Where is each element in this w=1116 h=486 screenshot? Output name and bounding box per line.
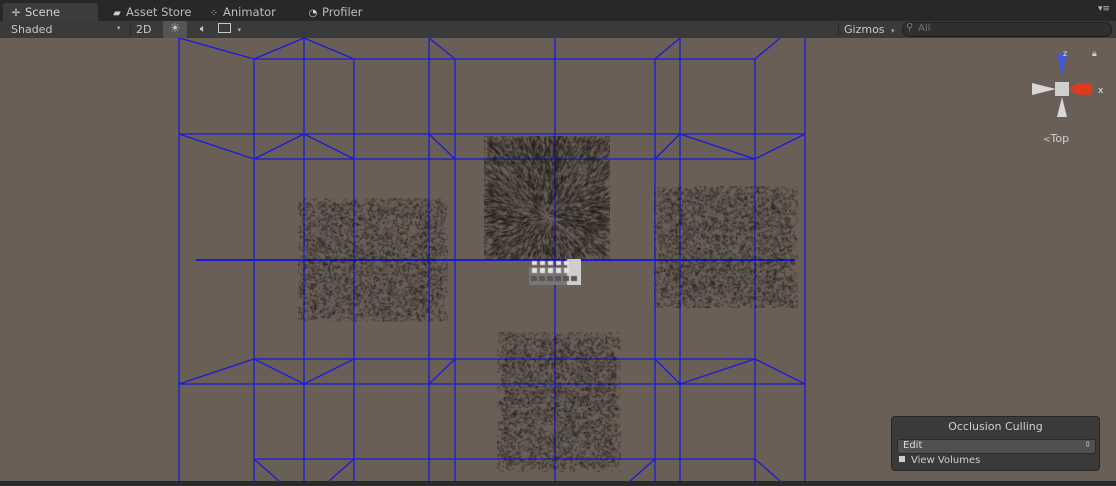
svg-text:🔒︎: 🔒︎ bbox=[1092, 49, 1097, 59]
occlusion-panel-title: Occlusion Culling bbox=[948, 420, 1043, 433]
gizmos-label: Gizmos bbox=[844, 23, 885, 36]
audio-icon: 🔈︎ bbox=[199, 22, 207, 35]
view-volumes-label: View Volumes bbox=[911, 455, 981, 466]
image-effects-icon bbox=[218, 23, 231, 33]
draw-mode-dropdown[interactable]: Shaded ▾ bbox=[11, 21, 126, 38]
particle-cube-right bbox=[654, 186, 798, 308]
tab-scene[interactable]: ✛ Scene bbox=[3, 3, 98, 21]
center-mesh-object[interactable] bbox=[529, 259, 581, 285]
mode-2d-label: 2D bbox=[136, 23, 152, 36]
tab-animator[interactable]: ⁘ Animator bbox=[201, 3, 296, 21]
tab-bar: ✛ Scene ▰ Asset Store ⁘ Animator ◔ Profiler … bbox=[0, 0, 1116, 21]
updown-arrows-icon: ⇳ bbox=[1084, 440, 1091, 449]
animator-icon: ⁘ bbox=[209, 8, 219, 19]
view-volumes-toggle[interactable]: View Volumes bbox=[899, 455, 980, 466]
gizmos-dropdown[interactable]: Gizmos ▾ bbox=[844, 21, 896, 38]
svg-text:z: z bbox=[1063, 49, 1067, 58]
window-bottom-edge bbox=[0, 481, 1116, 486]
tab-profiler-label: Profiler bbox=[322, 5, 363, 19]
draw-mode-value: Shaded bbox=[11, 23, 53, 36]
toolbar-divider bbox=[838, 23, 839, 36]
tab-animator-label: Animator bbox=[223, 5, 276, 19]
tab-profiler[interactable]: ◔ Profiler bbox=[300, 3, 395, 21]
lighting-toggle[interactable]: ☀ bbox=[163, 21, 187, 38]
occlusion-mode-dropdown[interactable]: Edit ⇳ bbox=[897, 439, 1096, 454]
view-label-top[interactable]: <Top bbox=[1043, 132, 1069, 145]
effects-dropdown[interactable]: ▾ bbox=[218, 21, 248, 38]
persp-toggle-icon: < bbox=[1043, 135, 1051, 145]
profiler-icon: ◔ bbox=[308, 8, 318, 19]
tab-menu-icon[interactable]: ▾≡ bbox=[1098, 4, 1110, 14]
asset-store-icon: ▰ bbox=[113, 8, 121, 19]
occlusion-mode-value: Edit bbox=[903, 440, 923, 451]
tab-scene-label: Scene bbox=[25, 5, 61, 19]
view-label-text: Top bbox=[1050, 132, 1070, 145]
hierarchy-search-input[interactable]: ⚲ All bbox=[902, 22, 1112, 37]
search-placeholder: All bbox=[918, 23, 931, 34]
audio-toggle[interactable]: 🔈︎ bbox=[192, 21, 214, 38]
scene-orientation-gizmo: x z 🔒︎ bbox=[1032, 49, 1104, 117]
particle-cube-top bbox=[484, 136, 610, 260]
mode-2d-button[interactable]: 2D bbox=[136, 21, 158, 38]
search-icon: ⚲ bbox=[906, 22, 914, 33]
chevron-down-icon: ▾ bbox=[237, 26, 242, 34]
chevron-down-icon: ▾ bbox=[891, 27, 895, 35]
particle-cube-left bbox=[298, 198, 448, 322]
toolbar-divider bbox=[130, 23, 131, 36]
chevron-down-icon: ▾ bbox=[117, 24, 121, 32]
scene-viewport[interactable]: x z 🔒︎ <Top bbox=[0, 38, 1116, 481]
scene-crosshair-icon: ✛ bbox=[11, 8, 21, 19]
tab-asset-store-label: Asset Store bbox=[126, 5, 192, 19]
svg-text:x: x bbox=[1098, 86, 1104, 96]
particle-cube-bottom bbox=[497, 332, 621, 472]
checkbox-icon bbox=[899, 456, 905, 462]
tab-asset-store[interactable]: ▰ Asset Store bbox=[104, 3, 199, 21]
sun-icon: ☀ bbox=[169, 21, 181, 35]
occlusion-culling-panel: Occlusion Culling Edit ⇳ View Volumes bbox=[891, 416, 1100, 471]
